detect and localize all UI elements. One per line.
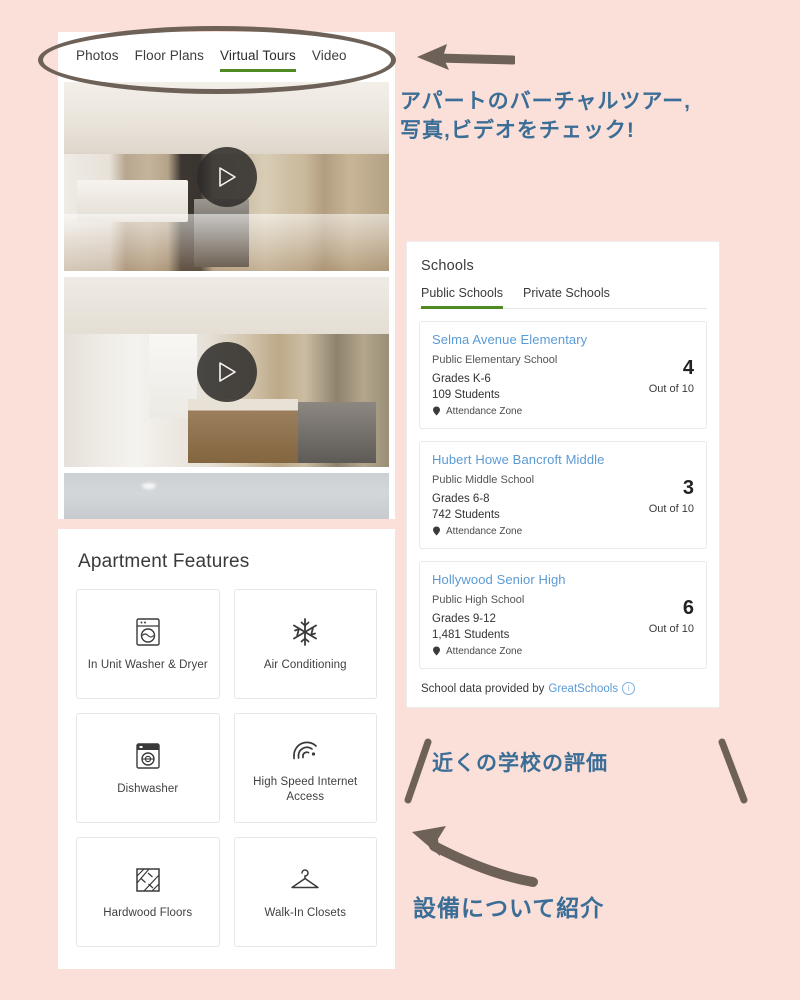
tab-floor-plans[interactable]: Floor Plans (135, 48, 204, 72)
listing-media-column: Photos Floor Plans Virtual Tours Video A… (58, 32, 395, 969)
media-item[interactable] (64, 473, 389, 519)
tab-video[interactable]: Video (312, 48, 347, 72)
range-shape (298, 402, 376, 464)
features-grid: In Unit Washer & Dryer Air Conditioning … (76, 589, 377, 947)
schools-panel: Schools Public Schools Private Schools S… (406, 241, 720, 708)
wifi-signal-icon (288, 732, 322, 766)
rating-scale: Out of 10 (648, 383, 694, 395)
rating-value: 6 (682, 597, 694, 619)
feature-tile-washer-dryer[interactable]: In Unit Washer & Dryer (76, 589, 220, 699)
attendance-zone: Attendance Zone (432, 406, 694, 417)
schools-title: Schools (421, 258, 474, 274)
attendance-zone: Attendance Zone (432, 646, 694, 657)
rating-value: 3 (682, 477, 694, 499)
info-icon[interactable]: i (622, 682, 636, 695)
dishwasher-icon (133, 739, 163, 773)
feature-label: In Unit Washer & Dryer (87, 659, 208, 672)
tab-public-schools[interactable]: Public Schools (421, 286, 503, 309)
feature-label: High Speed Internet Access (253, 775, 358, 803)
annotation-virtual-tours: アパートのバーチャルツアー, 写真,ビデオをチェック! (400, 90, 691, 142)
school-name[interactable]: Hubert Howe Bancroft Middle (432, 452, 694, 467)
play-button[interactable] (196, 146, 257, 207)
feature-label: Dishwasher (117, 783, 179, 796)
arrow-to-tabs (417, 44, 515, 70)
play-triangle-icon (218, 166, 236, 187)
school-card[interactable]: Selma Avenue Elementary Public Elementar… (419, 321, 707, 429)
map-pin-icon (433, 406, 440, 416)
attendance-zone: Attendance Zone (432, 526, 694, 537)
tab-virtual-tours[interactable]: Virtual Tours (220, 48, 296, 72)
arrow-to-features (412, 826, 538, 887)
school-card[interactable]: Hubert Howe Bancroft Middle Public Middl… (419, 441, 707, 549)
map-pin-icon (433, 526, 440, 536)
snowflake-icon (289, 615, 321, 649)
attendance-zone-label: Attendance Zone (446, 526, 523, 537)
annotation-brackets-schools (404, 738, 748, 804)
features-title: Apartment Features (78, 551, 250, 572)
feature-label: Air Conditioning (263, 659, 347, 672)
annotation-schools-rating: 近くの学校の評価 (432, 752, 608, 775)
play-button[interactable] (196, 342, 257, 402)
schools-tabs: Public Schools Private Schools (419, 286, 707, 309)
school-rating: 3 Out of 10 (649, 478, 694, 515)
counter-shape (77, 180, 188, 222)
feature-tile-walk-in-closets[interactable]: Walk-In Closets (233, 837, 377, 947)
tab-photos[interactable]: Photos (76, 48, 119, 72)
ceiling-partial-photo (64, 473, 389, 519)
feature-label: Hardwood Floors (103, 907, 193, 920)
school-rating: 6 Out of 10 (649, 598, 694, 635)
school-name[interactable]: Hollywood Senior High (432, 572, 694, 587)
media-stack (58, 82, 395, 519)
apartment-features-card: Apartment Features In Unit Washer & Drye… (58, 529, 395, 969)
feature-tile-high-speed-internet[interactable]: High Speed Internet Access (233, 713, 377, 823)
hardwood-floor-icon (133, 863, 163, 897)
clothes-hanger-icon (288, 863, 322, 897)
school-name[interactable]: Selma Avenue Elementary (432, 332, 694, 347)
feature-tile-air-conditioning[interactable]: Air Conditioning (233, 589, 377, 699)
rating-value: 4 (682, 357, 694, 379)
play-triangle-icon (218, 362, 236, 382)
washer-dryer-icon (133, 615, 163, 649)
map-pin-icon (433, 646, 440, 656)
schools-attribution: School data provided by GreatSchools i (421, 682, 705, 695)
media-item[interactable] (64, 82, 389, 271)
stove-shape (194, 199, 250, 268)
media-tabs: Photos Floor Plans Virtual Tours Video (58, 32, 395, 82)
tab-private-schools[interactable]: Private Schools (523, 286, 610, 309)
greatschools-link[interactable]: GreatSchools (548, 683, 618, 695)
attribution-text: School data provided by (421, 682, 545, 695)
feature-label: Walk-In Closets (264, 907, 347, 920)
school-card[interactable]: Hollywood Senior High Public High School… (419, 561, 707, 669)
media-item[interactable] (64, 277, 389, 467)
rating-scale: Out of 10 (648, 623, 694, 635)
school-rating: 4 Out of 10 (649, 358, 694, 395)
annotation-amenities: 設備について紹介 (413, 895, 605, 921)
attendance-zone-label: Attendance Zone (446, 406, 523, 417)
attendance-zone-label: Attendance Zone (446, 646, 523, 657)
feature-tile-hardwood-floors[interactable]: Hardwood Floors (76, 837, 220, 947)
feature-tile-dishwasher[interactable]: Dishwasher (76, 713, 220, 823)
rating-scale: Out of 10 (648, 503, 694, 515)
island-shape (187, 398, 298, 464)
